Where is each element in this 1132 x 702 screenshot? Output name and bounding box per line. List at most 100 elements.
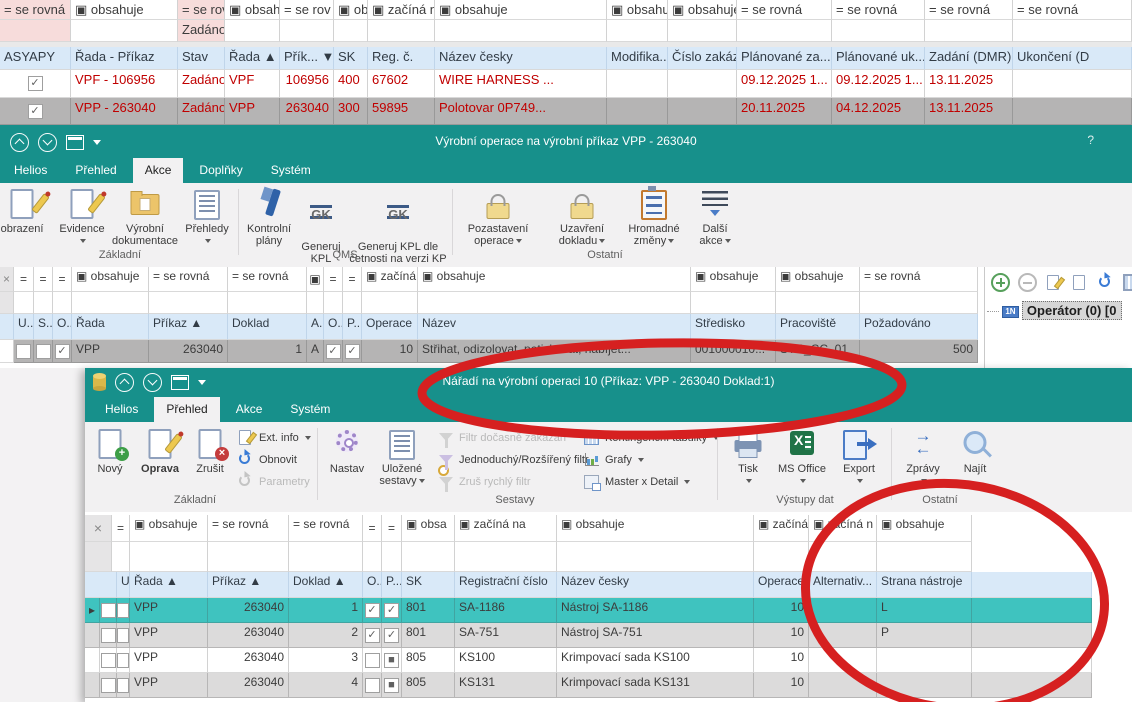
row-cell[interactable]: 263040	[280, 98, 334, 125]
row-cell[interactable]: VPP	[130, 623, 208, 648]
filter-op-cell[interactable]: =	[112, 515, 130, 542]
filter-op-cell[interactable]: ▣ začíná n	[368, 0, 435, 20]
tab-prehled[interactable]: Přehled	[63, 158, 128, 183]
parametry-button[interactable]: Parametry	[237, 474, 310, 489]
row-cell[interactable]: 3	[289, 648, 363, 673]
col-header[interactable]: Řada - Příkaz	[71, 47, 178, 70]
vyrobni-dokumentace-button[interactable]: Výrobní dokumentace	[112, 187, 178, 247]
najit-button[interactable]: Najít	[951, 427, 999, 475]
filter-value-cell[interactable]	[208, 542, 289, 572]
filter-op-cell[interactable]: = se rovná	[860, 267, 978, 292]
filter-op-cell[interactable]: = se rovná	[0, 0, 71, 20]
filter-value-cell[interactable]	[72, 292, 149, 314]
master-detail-button[interactable]: Master x Detail	[583, 474, 690, 489]
row-cell[interactable]: Krimpovací sada KS100	[557, 648, 754, 673]
col-header[interactable]: Registrační číslo	[455, 572, 557, 598]
row-cell[interactable]: 4	[289, 673, 363, 698]
row-cell[interactable]: 2	[289, 623, 363, 648]
new-document-icon[interactable]	[1045, 275, 1063, 290]
col-header[interactable]: Operace	[362, 314, 418, 340]
row-cell[interactable]: WIRE HARNESS ...	[435, 70, 607, 98]
tisk-button[interactable]: Tisk	[725, 427, 771, 487]
filter-value-cell[interactable]	[668, 20, 737, 42]
filter-op-cell[interactable]: ▣ obsa	[402, 515, 455, 542]
filter-value-cell[interactable]	[368, 20, 435, 42]
checkbox-checked[interactable]: ✓	[345, 344, 360, 359]
col-header[interactable]: Stav	[178, 47, 225, 70]
hromadne-zmeny-button[interactable]: Hromadné změny	[622, 187, 686, 247]
filter-op-cell[interactable]: = se rovná	[1013, 0, 1132, 20]
filter-value-cell[interactable]	[925, 20, 1013, 42]
row-cell[interactable]: Střihat, odizolovat, potiskovat, nabíjet…	[418, 340, 691, 363]
col-header[interactable]: Modifika...	[607, 47, 668, 70]
table-row[interactable]: VPP 263040 4 ■ 805 KS131 Krimpovací sada…	[85, 673, 1092, 698]
col-header[interactable]: Alternativ...	[809, 572, 877, 598]
col-header[interactable]: S...	[34, 314, 53, 340]
ulozene-sestavy-button[interactable]: Uložené sestavy	[373, 427, 431, 487]
oprava-button[interactable]: Oprava	[135, 427, 185, 475]
col-header[interactable]: Zadání (DMR)	[925, 47, 1013, 70]
filter-value-cell[interactable]	[382, 542, 402, 572]
filter-value-cell[interactable]	[832, 20, 925, 42]
kontrolni-plany-button[interactable]: Kontrolní plány	[243, 187, 295, 247]
checkbox-checked[interactable]: ✓	[326, 344, 341, 359]
filter-value-cell[interactable]	[324, 292, 343, 314]
tab-helios[interactable]: Helios	[93, 397, 150, 422]
row-cell[interactable]: 13.11.2025	[925, 70, 1013, 98]
export-button[interactable]: Export	[833, 427, 885, 487]
row-cell[interactable]: 09.12.2025 1...	[737, 70, 832, 98]
row-cell[interactable]: Nástroj SA-1186	[557, 598, 754, 623]
row-cell[interactable]	[972, 623, 1092, 648]
filter-op-cell[interactable]: ▣ začíná na	[455, 515, 557, 542]
filter-value-cell[interactable]	[0, 20, 71, 42]
filter-op-cell[interactable]: = se rov	[280, 0, 334, 20]
tab-helios[interactable]: Helios	[2, 158, 59, 183]
row-cell[interactable]	[809, 598, 877, 623]
tree-node-operator[interactable]: Operátor (0) [0	[1022, 301, 1122, 320]
collapse-up-icon[interactable]	[115, 373, 134, 392]
row-cell[interactable]: 263040	[208, 623, 289, 648]
col-header[interactable]: Strana nástroje	[877, 572, 972, 598]
row-cell[interactable]	[809, 673, 877, 698]
filter-value-cell[interactable]	[225, 20, 280, 42]
filter-op-cell[interactable]: ▣ obsahuje	[557, 515, 754, 542]
filter-value-cell[interactable]	[343, 292, 362, 314]
col-header[interactable]: Příkaz ▲	[149, 314, 228, 340]
filter-value-cell[interactable]	[455, 542, 557, 572]
col-header[interactable]: Doklad ▲	[289, 572, 363, 598]
filter-op-cell[interactable]: = se rovná	[208, 515, 289, 542]
filter-op-cell[interactable]: =	[343, 267, 362, 292]
filter-value-cell[interactable]	[435, 20, 607, 42]
col-header[interactable]: Ukončení (D	[1013, 47, 1132, 70]
filter-value-cell[interactable]	[402, 542, 455, 572]
col-header[interactable]: Plánované za...	[737, 47, 832, 70]
remove-icon[interactable]	[1018, 273, 1037, 292]
col-header[interactable]: ASYAPY	[0, 47, 71, 70]
table-row-selected[interactable]: ▸ VPP 263040 1 ✓ ✓ 801 SA-1186 Nástroj S…	[85, 598, 1092, 623]
checkbox-checked[interactable]: ✓	[28, 104, 43, 119]
row-cell[interactable]: Zadáno	[178, 70, 225, 98]
row-cell[interactable]: 805	[402, 673, 455, 698]
row-cell[interactable]: SA-751	[455, 623, 557, 648]
filter-op-cell[interactable]: ▣ obsahuje	[72, 267, 149, 292]
filter-value-cell[interactable]	[1013, 20, 1132, 42]
filter-op-cell[interactable]: =	[363, 515, 382, 542]
row-cell[interactable]: A	[307, 340, 324, 363]
table-row[interactable]: ✓ VPF - 106956 Zadáno VPF 106956 400 676…	[0, 70, 1132, 98]
row-cell[interactable]: VPP	[130, 648, 208, 673]
checkbox-unchecked[interactable]	[117, 678, 129, 693]
row-cell[interactable]: Nástroj SA-751	[557, 623, 754, 648]
checkbox-unchecked[interactable]	[365, 678, 380, 693]
checkbox-unchecked[interactable]	[101, 678, 116, 693]
col-header[interactable]: Operace	[754, 572, 809, 598]
filter-value-cell[interactable]	[418, 292, 691, 314]
delete-document-icon[interactable]	[1071, 275, 1089, 290]
col-header[interactable]: SK	[402, 572, 455, 598]
row-cell[interactable]: 263040	[208, 673, 289, 698]
row-cell[interactable]: 10	[754, 673, 809, 698]
row-selector-cell[interactable]	[0, 340, 14, 363]
help-icon[interactable]: ?	[1087, 133, 1094, 147]
filter-value-cell[interactable]	[363, 542, 382, 572]
nastav-button[interactable]: Nastav	[323, 427, 371, 475]
collapse-up-icon[interactable]	[10, 133, 29, 152]
